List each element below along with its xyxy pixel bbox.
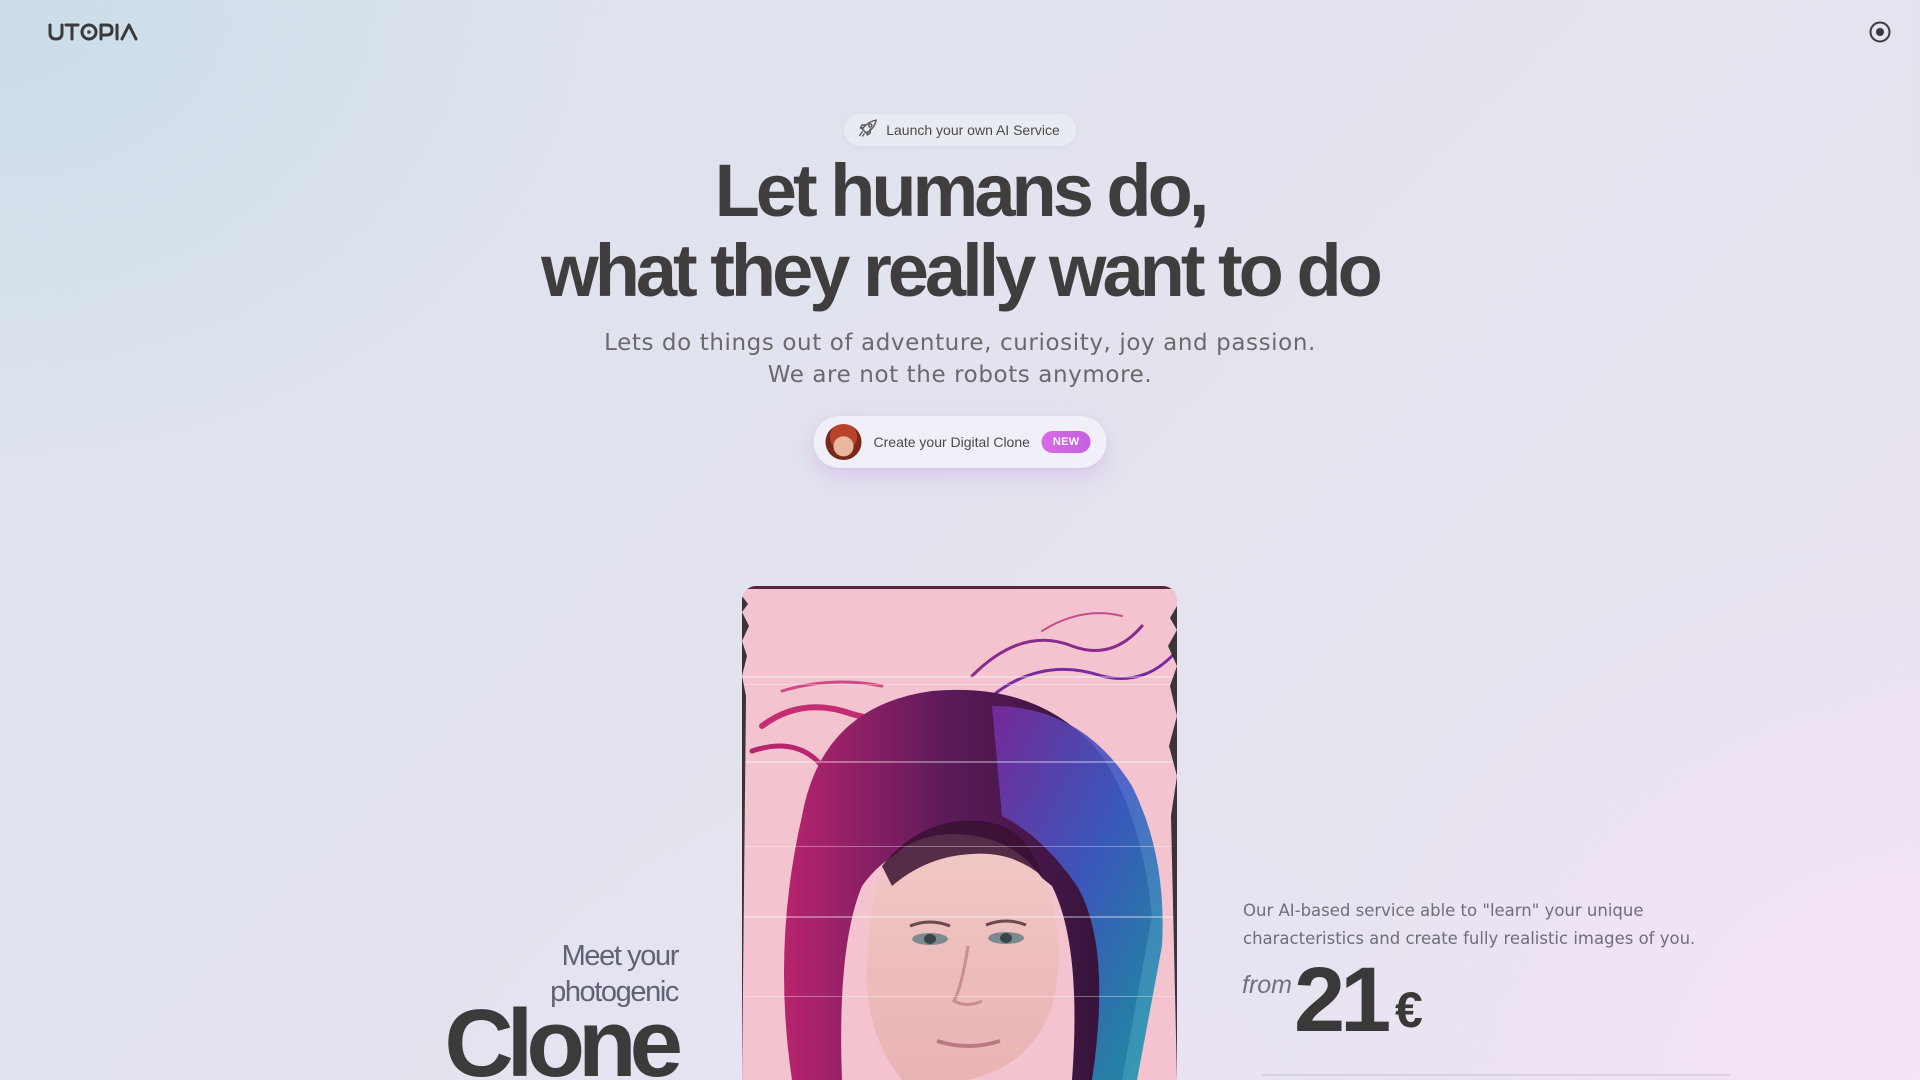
avatar <box>825 424 862 460</box>
new-badge: NEW <box>1041 431 1091 453</box>
clone-heading: Clone <box>444 990 683 1080</box>
price-value: 21 <box>1294 949 1391 1051</box>
utopia-wordmark-icon <box>48 23 138 41</box>
rocket-icon <box>858 118 878 142</box>
create-digital-clone-label: Create your Digital Clone <box>873 434 1030 450</box>
clone-portrait-image <box>742 586 1177 1080</box>
hero-headline-line1: Let humans do, <box>714 149 1210 232</box>
launch-ai-service-link[interactable]: Launch your own AI Service <box>844 114 1076 146</box>
price-currency: € <box>1395 982 1423 1038</box>
utopia-logo[interactable] <box>48 20 140 44</box>
meet-your-label: Meet your <box>561 940 680 972</box>
clone-description: Our AI-based service able to "learn" you… <box>1243 901 1696 948</box>
price-prefix: from <box>1242 971 1292 999</box>
launch-ai-service-label: Launch your own AI Service <box>886 122 1060 138</box>
target-icon[interactable] <box>1868 20 1892 44</box>
hero-subline-line1: Lets do things out of adventure, curiosi… <box>604 330 1316 356</box>
hero-headline-line2: what they really want to do <box>541 229 1383 312</box>
create-digital-clone-button[interactable]: Create your Digital Clone NEW <box>813 416 1107 468</box>
divider <box>1262 1074 1730 1076</box>
hero-subline-line2: We are not the robots anymore. <box>767 362 1153 388</box>
